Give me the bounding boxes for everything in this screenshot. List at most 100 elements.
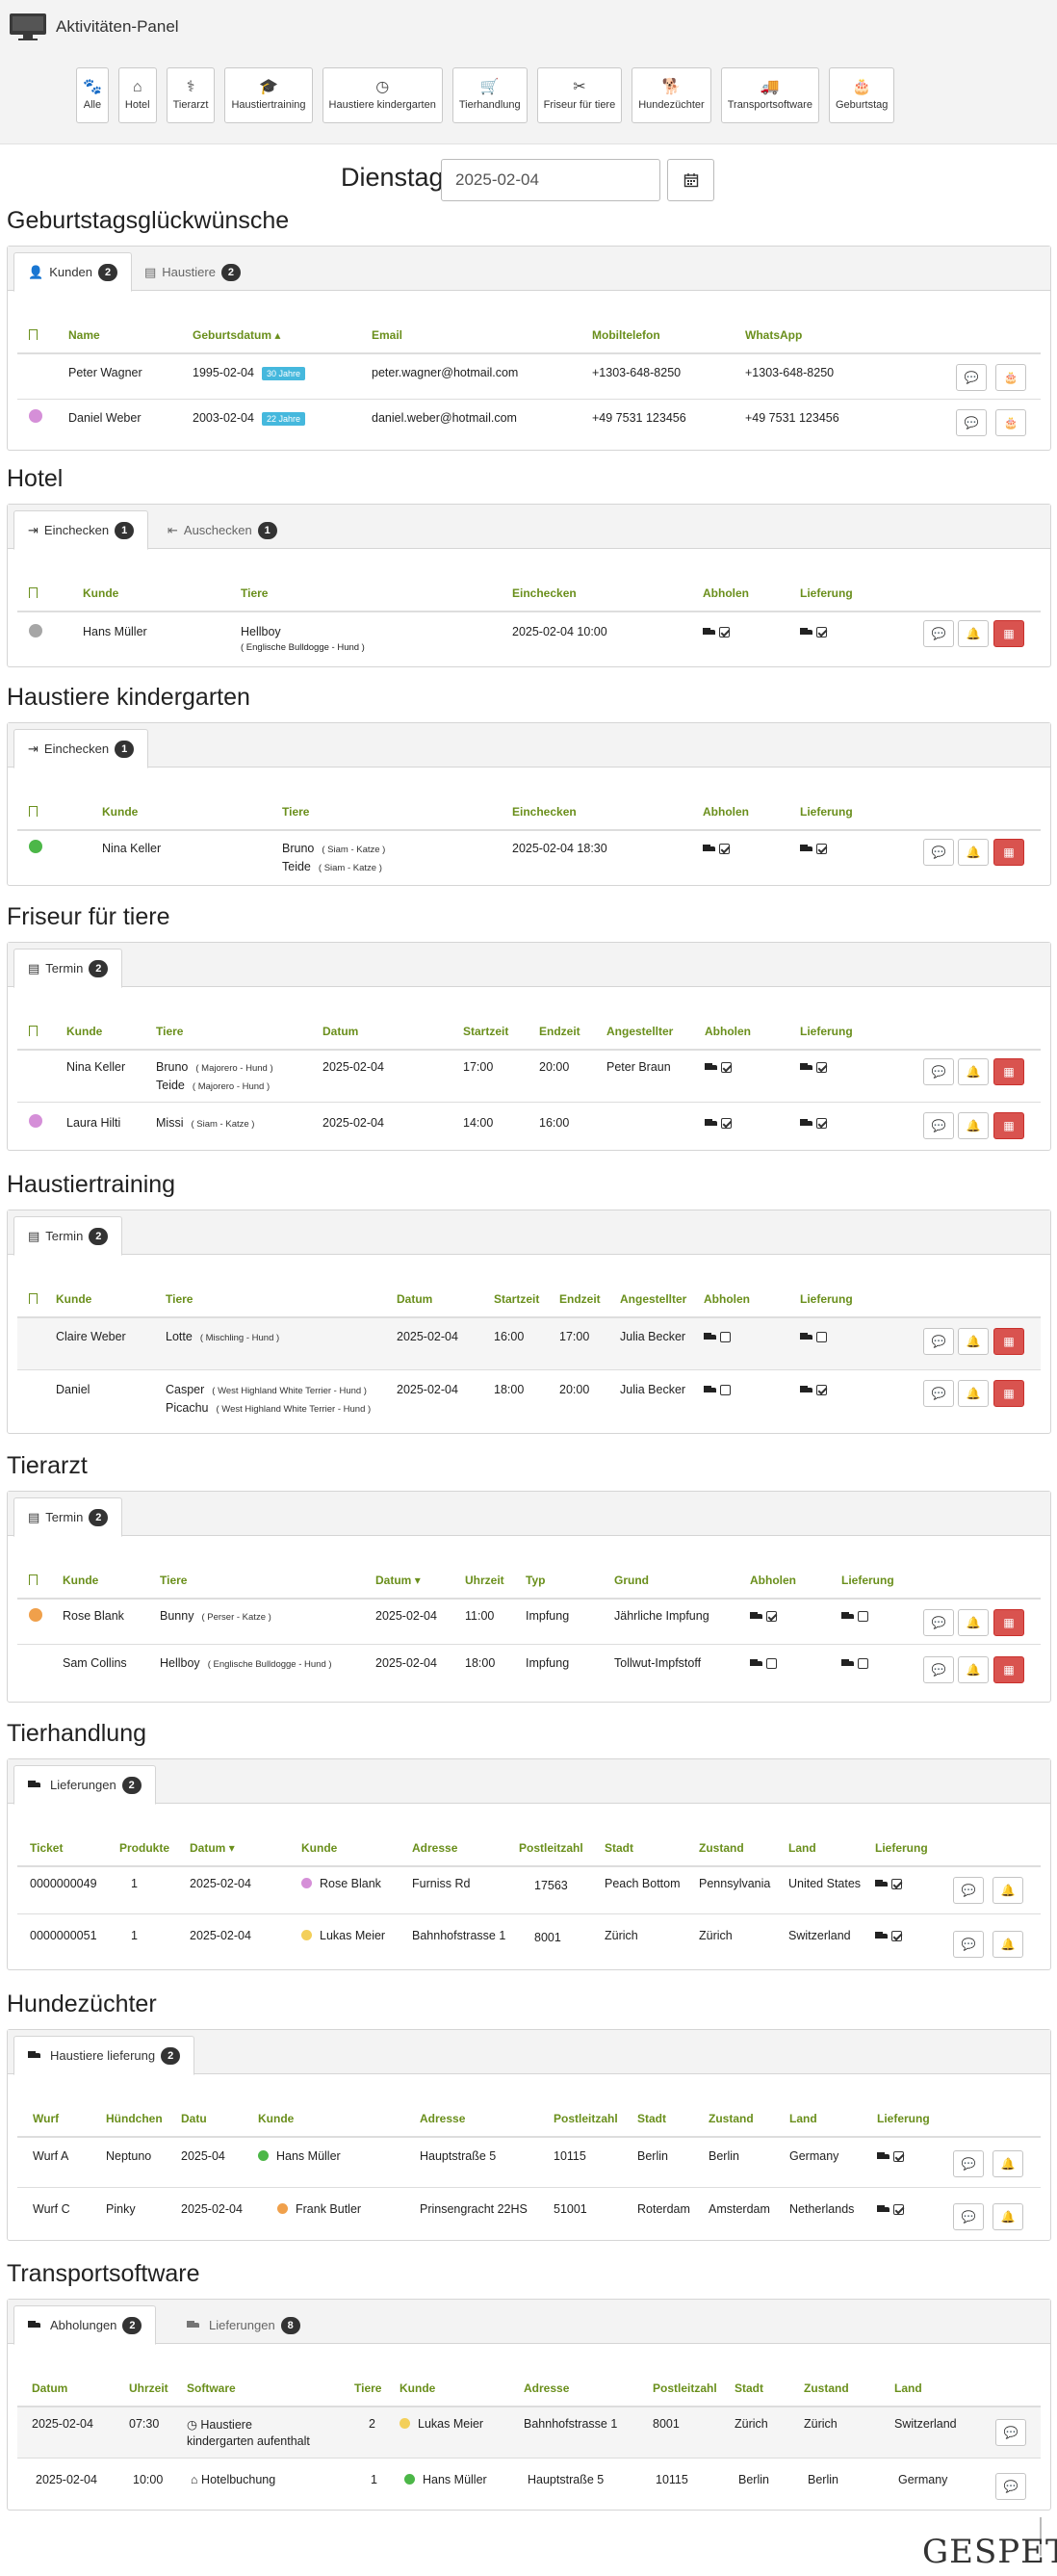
date-input[interactable] [441,159,660,201]
category-button-home[interactable]: ⌂ Hotel [117,67,157,123]
reminder-button[interactable]: 🔔 [958,1609,989,1636]
col-pets[interactable]: Tiere [156,1025,183,1038]
col-employee[interactable]: Angestellter [606,1025,673,1038]
reminder-button[interactable]: 🔔 [993,1877,1023,1904]
col-delivery[interactable]: Lieferung [800,1292,853,1306]
tab-deliveries[interactable]: Lieferungen 8 [173,2305,314,2345]
reminder-button[interactable]: 🔔 [993,2203,1023,2230]
col-pets[interactable]: Tiere [354,2381,381,2395]
col-delivery[interactable]: Lieferung [800,586,853,600]
message-button[interactable]: 💬 [995,2419,1026,2446]
tab-checkout[interactable]: ⇤ Auschecken 1 [154,510,291,550]
col-delivery[interactable]: Lieferung [875,1841,928,1855]
category-button-clock[interactable]: ◷ Haustiere kindergarten [322,67,443,123]
col-birthdate[interactable]: Geburtsdatum ▴ [193,328,280,342]
category-button-cart[interactable]: 🛒 Tierhandlung [451,67,528,123]
delivery-status[interactable] [877,2202,904,2216]
cancel-appointment-button[interactable]: ▦ [993,1380,1024,1407]
tab-appointments[interactable]: ▤ Termin 2 [13,1497,123,1537]
delivery-status[interactable] [841,1656,868,1670]
col-time[interactable]: Uhrzeit [465,1574,504,1587]
col-date[interactable]: Datum ▾ [375,1574,421,1587]
pickup-status[interactable] [750,1656,777,1670]
message-button[interactable]: 💬 [953,2150,984,2177]
cancel-appointment-button[interactable]: ▦ [993,1058,1024,1085]
message-button[interactable]: 💬 [956,409,987,436]
tab-pickups[interactable]: Abholungen 2 [13,2305,157,2345]
col-customer[interactable]: Kunde [63,1574,98,1587]
pickup-status[interactable] [704,1383,731,1396]
col-customer[interactable]: Kunde [301,1841,337,1855]
message-button[interactable]: 💬 [923,839,954,866]
reminder-button[interactable]: 🔔 [958,1380,989,1407]
tab-appointments[interactable]: ▤ Termin 2 [13,1216,123,1256]
reminder-button[interactable]: 🔔 [993,1931,1023,1958]
col-checkin[interactable]: Einchecken [512,586,577,600]
cancel-appointment-button[interactable]: ▦ [993,1656,1024,1683]
col-pickup[interactable]: Abholen [704,1292,750,1306]
cancel-appointment-button[interactable]: ▦ [993,620,1024,647]
message-button[interactable]: 💬 [953,1877,984,1904]
col-mobile[interactable]: Mobiltelefon [592,328,660,342]
col-software[interactable]: Software [187,2381,236,2395]
cancel-appointment-button[interactable]: ▦ [993,1112,1024,1139]
cancel-appointment-button[interactable]: ▦ [993,1328,1024,1355]
col-type[interactable]: Typ [526,1574,545,1587]
col-pickup[interactable]: Abholen [705,1025,751,1038]
tab-checkin[interactable]: ⇥ Einchecken 1 [13,729,149,768]
category-button-graduation-cap[interactable]: 🎓 Haustiertraining [224,67,313,123]
col-ticket[interactable]: Ticket [30,1841,63,1855]
message-button[interactable]: 💬 [923,1058,954,1085]
col-address[interactable]: Adresse [420,2112,465,2125]
calendar-button[interactable] [667,159,714,201]
col-city[interactable]: Stadt [735,2381,763,2395]
col-customer[interactable]: Kunde [400,2381,435,2395]
message-button[interactable]: 💬 [956,364,987,391]
delivery-status[interactable] [800,625,827,638]
tab-checkin[interactable]: ⇥ Einchecken 1 [13,510,149,550]
reminder-button[interactable]: 🔔 [958,620,989,647]
pickup-status[interactable] [703,842,730,855]
category-button-scissors[interactable]: ✂ Friseur für tiere [536,67,623,123]
col-employee[interactable]: Angestellter [620,1292,686,1306]
col-products[interactable]: Produkte [119,1841,169,1855]
reminder-button[interactable]: 🔔 [958,1058,989,1085]
col-pets[interactable]: Tiere [160,1574,187,1587]
message-button[interactable]: 💬 [995,2473,1026,2500]
message-button[interactable]: 💬 [923,1656,954,1683]
pickup-status[interactable] [704,1330,731,1343]
col-date[interactable]: Datum [397,1292,432,1306]
col-customer[interactable]: Kunde [83,586,118,600]
birthday-button[interactable]: 🎂 [995,409,1026,436]
category-button-paw[interactable]: 🐾 Alle [76,67,109,123]
message-button[interactable]: 💬 [923,1112,954,1139]
col-country[interactable]: Land [894,2381,922,2395]
col-delivery[interactable]: Lieferung [800,805,853,819]
message-button[interactable]: 💬 [923,1328,954,1355]
col-puppy[interactable]: Hündchen [106,2112,163,2125]
col-litter[interactable]: Wurf [33,2112,59,2125]
col-customer[interactable]: Kunde [102,805,138,819]
reminder-button[interactable]: 🔔 [958,1112,989,1139]
col-delivery[interactable]: Lieferung [877,2112,930,2125]
delivery-status[interactable] [800,1330,827,1343]
category-button-birthday-cake[interactable]: 🎂 Geburtstag [828,67,895,123]
col-customer[interactable]: Kunde [258,2112,294,2125]
col-pets[interactable]: Tiere [166,1292,193,1306]
col-time[interactable]: Uhrzeit [129,2381,168,2395]
col-name[interactable]: Name [68,328,100,342]
col-date[interactable]: Datum [32,2381,67,2395]
col-pets[interactable]: Tiere [282,805,309,819]
col-customer[interactable]: Kunde [56,1292,91,1306]
col-delivery[interactable]: Lieferung [800,1025,853,1038]
reminder-button[interactable]: 🔔 [958,1656,989,1683]
col-pickup[interactable]: Abholen [703,586,749,600]
reminder-button[interactable]: 🔔 [958,1328,989,1355]
delivery-status[interactable] [800,842,827,855]
pickup-status[interactable] [750,1609,777,1623]
category-button-dog[interactable]: 🐕 Hundezüchter [632,67,711,123]
tab-appointments[interactable]: ▤ Termin 2 [13,949,123,988]
col-address[interactable]: Adresse [524,2381,569,2395]
pickup-status[interactable] [705,1116,732,1130]
tab-deliveries[interactable]: Lieferungen 2 [13,1765,156,1805]
